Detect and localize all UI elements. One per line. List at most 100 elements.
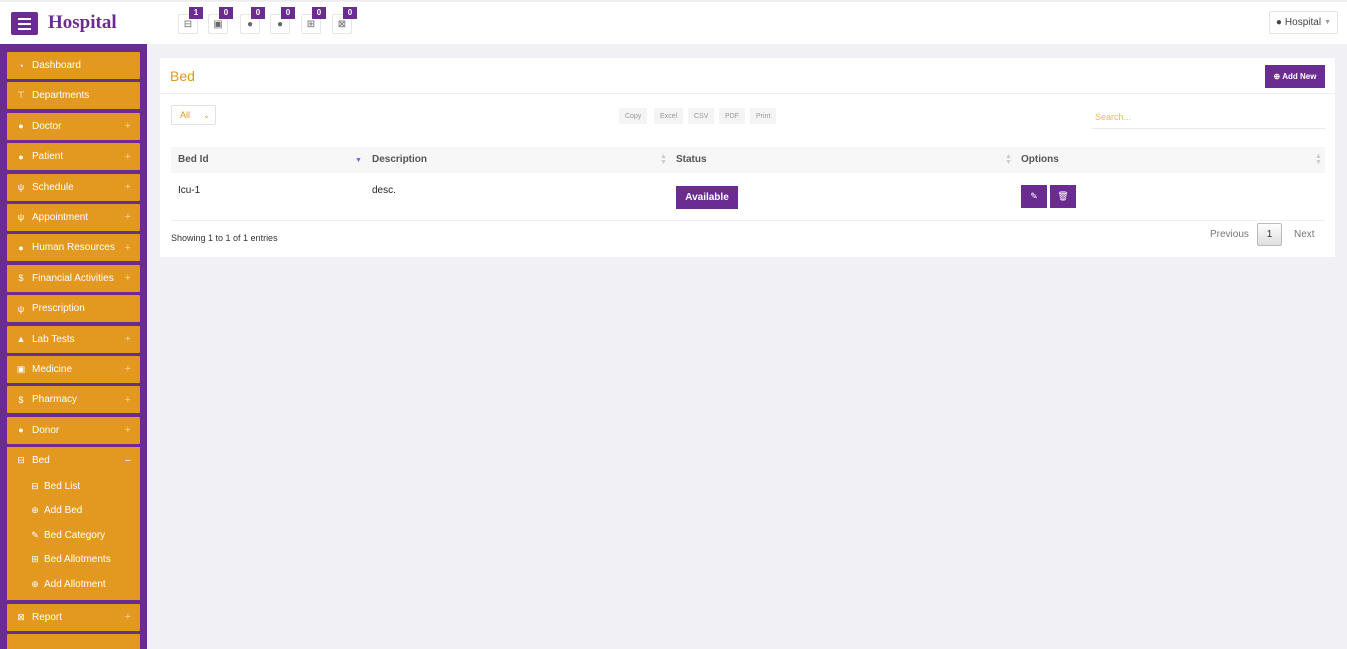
sidebar-item-departments[interactable]: ⊤ Departments (7, 82, 140, 110)
sidebar-item-label: Donor (32, 424, 60, 436)
sidebar-item-label: Bed (32, 455, 50, 467)
user-icon: ● (18, 425, 24, 436)
column-options[interactable]: Options (1021, 147, 1059, 173)
delete-button[interactable]: 🗑 (1050, 185, 1076, 208)
sidebar-item-appointment[interactable]: ψ Appointment + (7, 203, 140, 231)
sidebar-subitem-label: Bed Allotments (44, 554, 111, 566)
expand-icon: + (124, 211, 131, 224)
expand-icon: + (124, 272, 131, 285)
medkit-icon: ⊞ (306, 18, 316, 30)
csv-button[interactable]: CSV (688, 108, 715, 124)
sidebar-item-financial-activities[interactable]: $ Financial Activities + (7, 264, 140, 292)
sidebar-subitem-bed-category[interactable]: ✎ Bed Category (7, 523, 140, 548)
column-bed-id[interactable]: Bed Id (178, 147, 209, 173)
sidebar-item-doctor[interactable]: ● Doctor + (7, 112, 140, 140)
count-badge: 0 (343, 7, 357, 19)
hospital-icon: ⊠ (17, 611, 25, 622)
sidebar-item-label: Patient (32, 151, 64, 163)
quick-link-money[interactable]: ▣ 0 (208, 7, 233, 34)
column-status[interactable]: Status (676, 147, 707, 173)
hamburger-icon (18, 17, 31, 20)
sort-icon: ▲ ▼ (1315, 153, 1322, 166)
edit-button[interactable]: ✎ (1021, 185, 1047, 208)
status-badge: Available (676, 186, 738, 209)
page-title: Bed (170, 68, 195, 84)
hospital-icon: ⊠ (337, 18, 347, 30)
brand-logo[interactable]: Hospital (48, 12, 117, 34)
quick-link-bed[interactable]: ⊟ 1 (178, 7, 203, 34)
chevron-down-icon: ⌄ (203, 110, 210, 120)
sidebar-item-lab-tests[interactable]: ▲ Lab Tests + (7, 325, 140, 353)
column-description[interactable]: Description (372, 147, 427, 173)
pagination-page-1[interactable]: 1 (1257, 223, 1282, 246)
table-info: Showing 1 to 1 of 1 entries (171, 233, 278, 243)
sidebar-item-pharmacy[interactable]: $ Pharmacy + (7, 386, 140, 414)
medkit-icon: ▣ (16, 363, 26, 374)
print-button[interactable]: Print (750, 108, 777, 124)
stethoscope-icon: ψ (17, 212, 25, 223)
quick-link-hospital[interactable]: ⊠ 0 (332, 7, 357, 34)
table-row: Icu-1 desc. Available ✎ 🗑 (171, 173, 1325, 221)
sidebar-subitem-add-bed[interactable]: ⊕ Add Bed (7, 499, 140, 524)
menu-toggle-button[interactable] (11, 12, 38, 35)
plus-circle-icon: ⊕ (31, 505, 39, 516)
quick-link-user-md[interactable]: ● 0 (270, 7, 295, 34)
quick-link-medkit[interactable]: ⊞ 0 (301, 7, 326, 34)
sidebar-subitem-bed-allotments[interactable]: ⊞ Bed Allotments (7, 548, 140, 573)
expand-icon: + (124, 333, 131, 346)
quick-link-user[interactable]: ● 0 (240, 7, 265, 34)
count-badge: 1 (189, 7, 203, 19)
expand-icon: + (124, 363, 131, 376)
sidebar-subitem-add-allotment[interactable]: ⊕ Add Allotment (7, 572, 140, 597)
user-icon: ● (246, 18, 254, 30)
sidebar-item-dashboard[interactable]: ◔ Dashboard (7, 52, 140, 79)
expand-icon: + (124, 611, 131, 624)
user-md-icon: ● (276, 18, 284, 30)
pagination-previous[interactable]: Previous (1210, 229, 1249, 240)
count-badge: 0 (281, 7, 295, 19)
sitemap-icon: ⊤ (17, 90, 25, 101)
sidebar-item-prescription[interactable]: ψ Prescription (7, 295, 140, 323)
collapse-icon: − (124, 454, 131, 467)
user-menu-button[interactable]: ● Hospital ▼ (1268, 11, 1338, 34)
sidebar: ◔ Dashboard ⊤ Departments ● Doctor + ● Patient + ψ… (0, 44, 147, 649)
stethoscope-icon: ψ (17, 303, 25, 314)
plus-circle-icon: ⊕ (31, 578, 39, 589)
cell-bed-id: Icu-1 (178, 185, 201, 196)
sidebar-item-patient[interactable]: ● Patient + (7, 143, 140, 171)
page-length-select[interactable]: All ⌄ (171, 105, 216, 125)
sidebar-subitem-bed-list[interactable]: ⊟ Bed List (7, 474, 140, 499)
expand-icon: + (124, 150, 131, 163)
users-icon: ● (18, 121, 24, 132)
stethoscope-icon: ψ (17, 182, 25, 193)
table-header: Bed Id ▼ Description ▲ ▼ Status ▲ ▼ Option… (171, 147, 1325, 173)
sidebar-item-partial[interactable] (7, 633, 140, 649)
count-badge: 0 (251, 7, 265, 19)
edit-icon: ✎ (31, 529, 39, 540)
excel-button[interactable]: Excel (654, 108, 684, 124)
add-new-button[interactable]: ⊕ Add New (1265, 65, 1325, 88)
sidebar-item-label: Medicine (32, 363, 73, 375)
sidebar-item-bed[interactable]: ⊟ Bed − (7, 447, 140, 475)
sidebar-item-medicine[interactable]: ▣ Medicine + (7, 355, 140, 383)
caret-down-icon: ▼ (1324, 19, 1331, 26)
pagination-next[interactable]: Next (1294, 229, 1315, 240)
bed-icon: ⊟ (183, 18, 193, 30)
pdf-button[interactable]: PDF (719, 108, 745, 124)
user-label: Hospital (1284, 17, 1322, 28)
sidebar-item-human-resources[interactable]: ● Human Resources + (7, 234, 140, 262)
cell-description: desc. (372, 185, 396, 196)
edit-icon: ✎ (1030, 191, 1038, 201)
sidebar-item-donor[interactable]: ● Donor + (7, 416, 140, 444)
flask-icon: ▲ (16, 334, 26, 345)
bed-icon: ⊟ (17, 455, 25, 466)
sidebar-item-report[interactable]: ⊠ Report + (7, 603, 140, 631)
sidebar-item-schedule[interactable]: ψ Schedule + (7, 173, 140, 201)
plus-square-icon: ⊞ (31, 554, 39, 565)
plus-circle-icon: ⊕ (1273, 72, 1281, 81)
sort-asc-icon: ▼ (355, 157, 362, 164)
search-input[interactable] (1092, 106, 1325, 129)
copy-button[interactable]: Copy (619, 108, 648, 124)
sidebar-subitem-label: Add Bed (44, 505, 83, 517)
sort-icon: ▲ ▼ (660, 153, 667, 166)
